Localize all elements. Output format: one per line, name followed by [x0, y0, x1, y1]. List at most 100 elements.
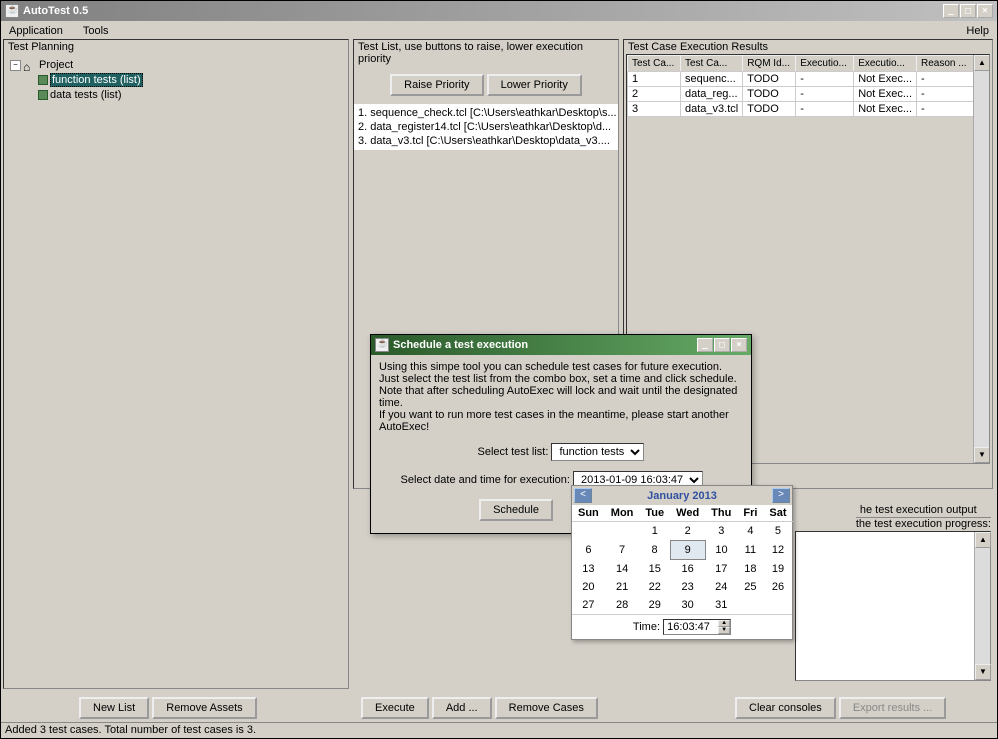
- calendar-day[interactable]: 21: [605, 578, 640, 596]
- calendar-day[interactable]: 15: [639, 560, 670, 579]
- dialog-text: Just select the test list from the combo…: [379, 373, 743, 385]
- remove-cases-button[interactable]: Remove Cases: [495, 697, 598, 719]
- close-button[interactable]: ×: [977, 4, 993, 18]
- execute-button[interactable]: Execute: [361, 697, 429, 719]
- test-planning-title: Test Planning: [4, 40, 348, 54]
- calendar-day[interactable]: 8: [639, 541, 670, 560]
- calendar-day: [572, 522, 605, 541]
- calendar-day[interactable]: 22: [639, 578, 670, 596]
- raise-priority-button[interactable]: Raise Priority: [390, 74, 483, 96]
- scroll-down-icon[interactable]: ▼: [974, 447, 990, 463]
- calendar-day: [605, 522, 640, 541]
- col-header[interactable]: RQM Id...: [743, 56, 796, 72]
- calendar-day[interactable]: 25: [737, 578, 763, 596]
- main-titlebar: AutoTest 0.5 _ □ ×: [1, 1, 997, 21]
- calendar-day[interactable]: 4: [737, 522, 763, 541]
- calendar-day[interactable]: 6: [572, 541, 605, 560]
- calendar-day[interactable]: 23: [670, 578, 705, 596]
- table-row: 1sequenc...TODO-Not Exec...-: [628, 72, 989, 87]
- scroll-down-icon[interactable]: ▼: [975, 664, 991, 680]
- list-item[interactable]: 2. data_register14.tcl [C:\Users\eathkar…: [356, 120, 616, 134]
- calendar-day[interactable]: 2: [670, 522, 705, 541]
- time-input[interactable]: [664, 620, 718, 634]
- calendar-day[interactable]: 9: [670, 541, 705, 560]
- dow-header: Wed: [670, 505, 705, 522]
- calendar-grid[interactable]: Sun Mon Tue Wed Thu Fri Sat 123456789101…: [572, 505, 793, 614]
- output-tab[interactable]: he test execution output: [856, 503, 991, 518]
- maximize-button[interactable]: □: [960, 4, 976, 18]
- results-table[interactable]: Test Ca... Test Ca... RQM Id... Executio…: [627, 55, 989, 117]
- calendar-day[interactable]: 17: [705, 560, 737, 579]
- dow-header: Tue: [639, 505, 670, 522]
- calendar-day[interactable]: 3: [705, 522, 737, 541]
- col-header[interactable]: Test Ca...: [628, 56, 681, 72]
- dialog-text: Note that after scheduling AutoExec will…: [379, 385, 743, 409]
- test-list-title: Test List, use buttons to raise, lower e…: [354, 40, 618, 66]
- list-item[interactable]: 3. data_v3.tcl [C:\Users\eathkar\Desktop…: [356, 134, 616, 148]
- calendar-day[interactable]: 31: [705, 596, 737, 614]
- table-row: 3data_v3.tclTODO-Not Exec...-: [628, 102, 989, 117]
- scrollbar[interactable]: ▲ ▼: [973, 55, 989, 463]
- java-icon: [375, 338, 389, 352]
- add-button[interactable]: Add ...: [432, 697, 492, 719]
- calendar-day[interactable]: 14: [605, 560, 640, 579]
- calendar-day[interactable]: 16: [670, 560, 705, 579]
- list-item[interactable]: 1. sequence_check.tcl [C:\Users\eathkar\…: [356, 106, 616, 120]
- calendar-day[interactable]: 5: [763, 522, 792, 541]
- dialog-titlebar[interactable]: Schedule a test execution _ □ ×: [371, 335, 751, 355]
- new-list-button[interactable]: New List: [79, 697, 149, 719]
- calendar-day[interactable]: 11: [737, 541, 763, 560]
- time-spinner[interactable]: ▲ ▼: [663, 619, 731, 635]
- schedule-button[interactable]: Schedule: [479, 499, 553, 521]
- calendar-day[interactable]: 28: [605, 596, 640, 614]
- col-header[interactable]: Test Ca...: [681, 56, 743, 72]
- dow-header: Mon: [605, 505, 640, 522]
- minimize-button[interactable]: _: [943, 4, 959, 18]
- project-tree[interactable]: − Project function tests (list) data tes…: [4, 54, 348, 106]
- remove-assets-button[interactable]: Remove Assets: [152, 697, 256, 719]
- calendar-day[interactable]: 20: [572, 578, 605, 596]
- calendar-day[interactable]: 10: [705, 541, 737, 560]
- dialog-text: Using this simpe tool you can schedule t…: [379, 361, 743, 373]
- calendar-day[interactable]: 26: [763, 578, 792, 596]
- dialog-minimize-button[interactable]: _: [697, 338, 713, 352]
- progress-label: the test execution progress:: [856, 518, 991, 530]
- calendar-day[interactable]: 12: [763, 541, 792, 560]
- file-icon: [38, 90, 48, 100]
- scrollbar[interactable]: ▲ ▼: [974, 532, 990, 680]
- export-results-button[interactable]: Export results ...: [839, 697, 946, 719]
- tree-root[interactable]: Project: [39, 59, 73, 71]
- home-icon: [23, 60, 37, 71]
- tree-collapse-icon[interactable]: −: [10, 60, 21, 71]
- scroll-up-icon[interactable]: ▲: [974, 55, 990, 71]
- calendar-next-button[interactable]: >: [772, 488, 790, 503]
- tree-item-data-tests[interactable]: data tests (list): [50, 89, 122, 101]
- calendar-day[interactable]: 29: [639, 596, 670, 614]
- spinner-down-icon[interactable]: ▼: [718, 627, 730, 634]
- calendar-day[interactable]: 7: [605, 541, 640, 560]
- calendar-prev-button[interactable]: <: [574, 488, 592, 503]
- spinner-up-icon[interactable]: ▲: [718, 620, 730, 627]
- dialog-text: If you want to run more test cases in th…: [379, 409, 743, 433]
- calendar-day[interactable]: 18: [737, 560, 763, 579]
- calendar-day[interactable]: 19: [763, 560, 792, 579]
- table-row: 2data_reg...TODO-Not Exec...-: [628, 87, 989, 102]
- scroll-up-icon[interactable]: ▲: [975, 532, 991, 548]
- dialog-close-button[interactable]: ×: [731, 338, 747, 352]
- calendar-day[interactable]: 24: [705, 578, 737, 596]
- calendar-day[interactable]: 13: [572, 560, 605, 579]
- calendar-day: [737, 596, 763, 614]
- calendar-day[interactable]: 1: [639, 522, 670, 541]
- lower-priority-button[interactable]: Lower Priority: [487, 74, 582, 96]
- time-label: Time:: [633, 621, 660, 633]
- col-header[interactable]: Executio...: [796, 56, 854, 72]
- col-header[interactable]: Executio...: [854, 56, 917, 72]
- test-list-select[interactable]: function tests: [551, 443, 644, 461]
- select-date-label: Select date and time for execution:: [401, 474, 570, 486]
- dialog-title: Schedule a test execution: [393, 339, 528, 351]
- tree-item-function-tests[interactable]: function tests (list): [50, 73, 143, 87]
- clear-consoles-button[interactable]: Clear consoles: [735, 697, 836, 719]
- dialog-maximize-button[interactable]: □: [714, 338, 730, 352]
- calendar-day[interactable]: 30: [670, 596, 705, 614]
- calendar-day[interactable]: 27: [572, 596, 605, 614]
